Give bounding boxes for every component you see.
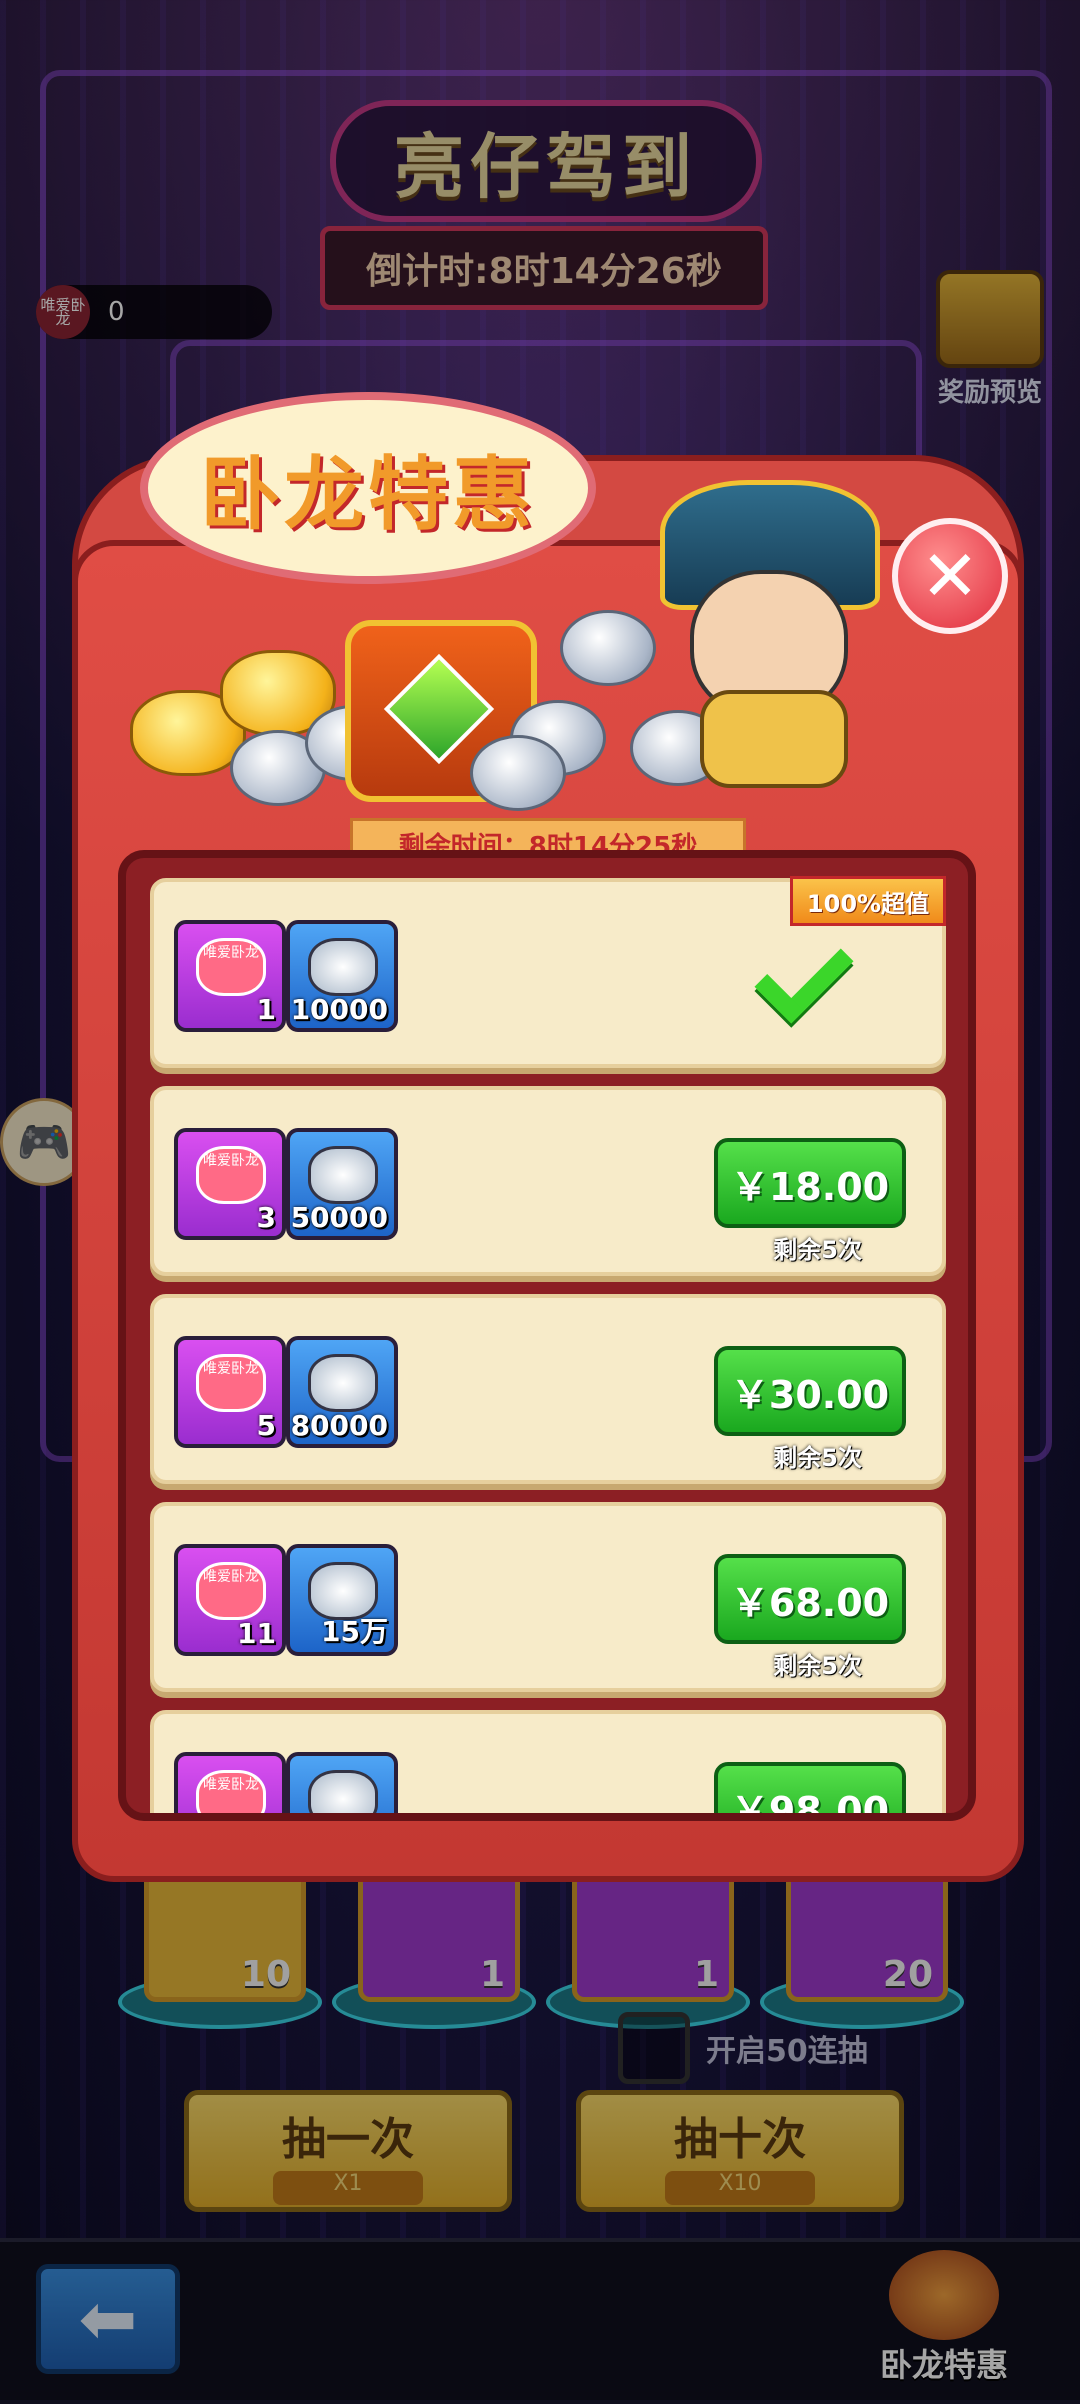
offer-row: 唯爱卧龙 ￥98.00 bbox=[150, 1710, 946, 1813]
item-quantity: 1 bbox=[256, 993, 276, 1026]
silver-coin-item[interactable]: 10000 bbox=[286, 920, 398, 1032]
silver-coin-icon bbox=[308, 938, 378, 996]
wolong-token-item[interactable]: 唯爱卧龙 3 bbox=[174, 1128, 286, 1240]
value-tag: 100%超值 bbox=[790, 876, 946, 926]
item-quantity: 11 bbox=[237, 1617, 276, 1650]
remaining-count: 剩余5次 bbox=[773, 1236, 862, 1264]
close-button[interactable]: ✕ bbox=[892, 518, 1008, 634]
remaining-count: 剩余5次 bbox=[773, 1652, 862, 1680]
item-quantity: 50000 bbox=[290, 1201, 388, 1234]
offer-row: 唯爱卧龙 3 50000 ￥18.00 剩余5次 bbox=[150, 1086, 946, 1276]
silver-coin-item[interactable]: 15万 bbox=[286, 1544, 398, 1656]
wolong-token-icon: 唯爱卧龙 bbox=[196, 938, 266, 996]
remaining-count: 剩余5次 bbox=[773, 1444, 862, 1472]
silver-coin-icon bbox=[470, 735, 566, 811]
buy-button[interactable]: ￥68.00 bbox=[714, 1554, 906, 1644]
offer-row: 唯爱卧龙 1 10000 100%超值 bbox=[150, 876, 946, 1068]
silver-coin-item[interactable] bbox=[286, 1752, 398, 1813]
wolong-token-icon: 唯爱卧龙 bbox=[196, 1562, 266, 1620]
wolong-token-icon: 唯爱卧龙 bbox=[196, 1146, 266, 1204]
wolong-token-icon: 唯爱卧龙 bbox=[196, 1354, 266, 1412]
wolong-token-icon: 唯爱卧龙 bbox=[196, 1770, 266, 1813]
item-quantity: 10000 bbox=[290, 993, 388, 1026]
wolong-token-item[interactable]: 唯爱卧龙 1 bbox=[174, 920, 286, 1032]
item-quantity: 5 bbox=[256, 1409, 276, 1442]
wolong-token-item[interactable]: 唯爱卧龙 11 bbox=[174, 1544, 286, 1656]
silver-coin-icon bbox=[308, 1354, 378, 1412]
offer-row: 唯爱卧龙 11 15万 ￥68.00 剩余5次 bbox=[150, 1502, 946, 1692]
modal-title: 卧龙特惠 bbox=[140, 392, 596, 584]
item-quantity: 3 bbox=[256, 1201, 276, 1234]
buy-button[interactable]: ￥30.00 bbox=[714, 1346, 906, 1436]
item-quantity: 15万 bbox=[321, 1615, 388, 1648]
offer-list[interactable]: 唯爱卧龙 1 10000 100%超值 唯爱卧龙 3 50000 ￥18.00 … bbox=[118, 850, 976, 1821]
buy-button[interactable]: ￥98.00 bbox=[714, 1762, 906, 1813]
silver-coin-item[interactable]: 50000 bbox=[286, 1128, 398, 1240]
checkmark-icon bbox=[754, 926, 850, 1006]
close-icon: ✕ bbox=[920, 535, 980, 617]
wolong-token-item[interactable]: 唯爱卧龙 bbox=[174, 1752, 286, 1813]
item-quantity: 80000 bbox=[290, 1409, 388, 1442]
silver-coin-icon bbox=[308, 1770, 378, 1813]
wolong-token-item[interactable]: 唯爱卧龙 5 bbox=[174, 1336, 286, 1448]
hero-character bbox=[600, 440, 930, 788]
silver-coin-icon bbox=[308, 1146, 378, 1204]
hero-body bbox=[700, 690, 848, 788]
silver-coin-item[interactable]: 80000 bbox=[286, 1336, 398, 1448]
offer-row: 唯爱卧龙 5 80000 ￥30.00 剩余5次 bbox=[150, 1294, 946, 1484]
buy-button[interactable]: ￥18.00 bbox=[714, 1138, 906, 1228]
